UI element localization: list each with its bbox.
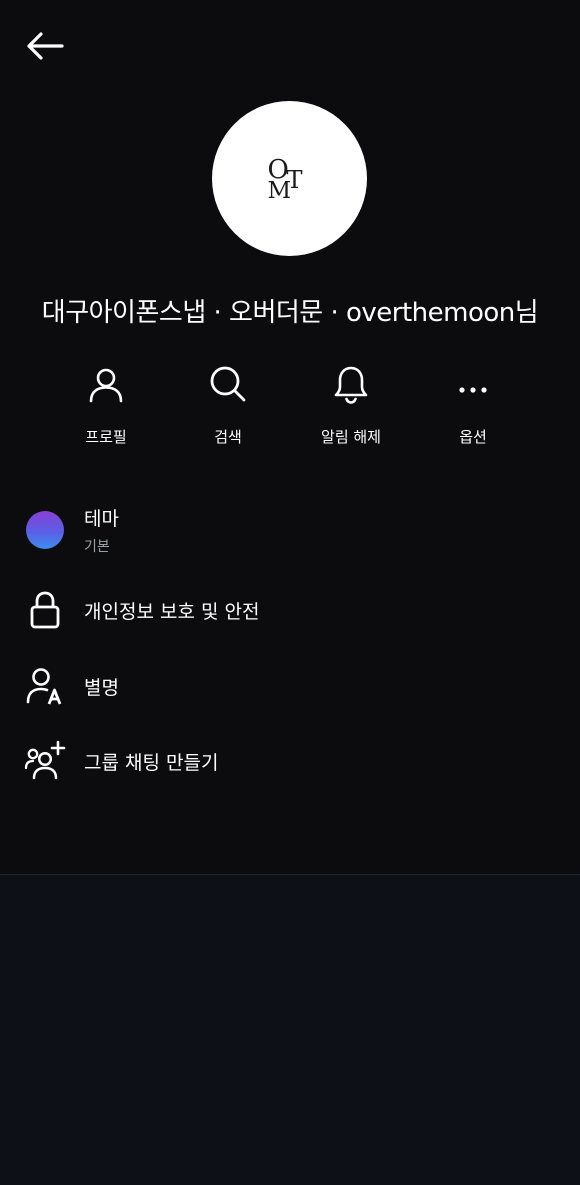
profile-label: 프로필 [85, 428, 127, 446]
user-icon [82, 358, 130, 410]
group-chat-title: 그룹 채팅 만들기 [84, 751, 219, 774]
avatar-logo: O T M [267, 156, 313, 204]
menu-item-nickname[interactable]: 별명 [0, 665, 580, 707]
divider [0, 874, 580, 875]
logo-letter-m: M [267, 177, 292, 204]
nickname-title: 별명 [84, 676, 119, 699]
profile-button[interactable]: 프로필 [51, 358, 161, 453]
options-label: 옵션 [459, 428, 487, 446]
theme-icon [24, 509, 66, 551]
more-horizontal-icon [449, 358, 497, 410]
action-bar: 프로필 검색 알림 해제 옵션 [0, 358, 580, 458]
arrow-left-icon [27, 32, 64, 60]
menu-item-privacy[interactable]: 개인정보 보호 및 안전 [0, 589, 580, 631]
avatar[interactable]: O T M [212, 101, 367, 256]
theme-swatch [26, 511, 64, 549]
group-add-icon [24, 740, 66, 782]
menu-item-group-chat[interactable]: 그룹 채팅 만들기 [0, 740, 580, 782]
privacy-title: 개인정보 보호 및 안전 [84, 600, 260, 623]
theme-subtitle: 기본 [84, 539, 110, 555]
search-button[interactable]: 검색 [173, 358, 283, 453]
search-icon [204, 358, 252, 410]
user-a-icon [24, 665, 66, 707]
back-button[interactable] [20, 26, 70, 66]
profile-name: 대구아이폰스냅 · 오버더문 · overthemoon님 [41, 298, 539, 328]
theme-title: 테마 [84, 508, 119, 530]
mute-notifications-button[interactable]: 알림 해제 [296, 358, 406, 453]
bell-icon [327, 358, 375, 410]
options-button[interactable]: 옵션 [418, 358, 528, 453]
menu-item-theme[interactable]: 테마 기본 [0, 504, 580, 556]
mute-notifications-label: 알림 해제 [321, 428, 381, 446]
search-label: 검색 [214, 428, 242, 446]
lock-icon [24, 589, 66, 631]
